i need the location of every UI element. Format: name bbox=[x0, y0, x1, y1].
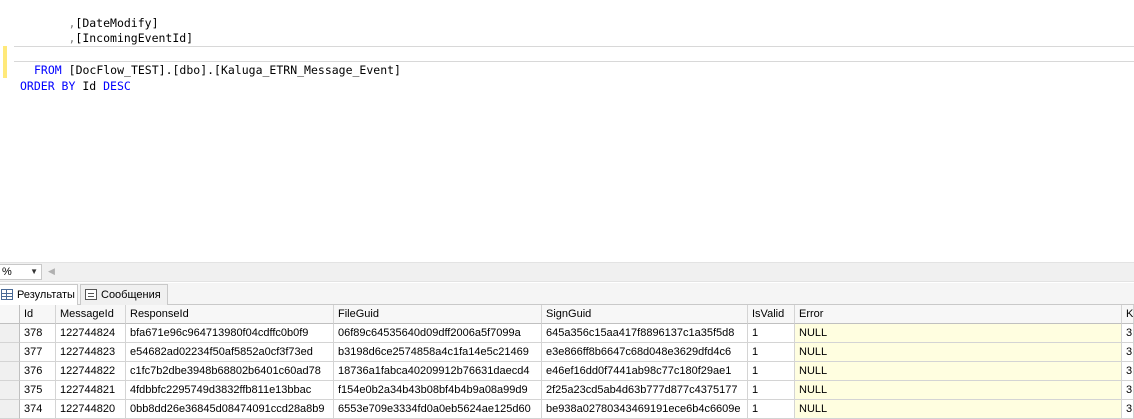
column-header-error[interactable]: Error bbox=[795, 305, 1122, 324]
table-row[interactable]: 2 377 122744823 e54682ad02234f50af5852a0… bbox=[0, 343, 1134, 362]
code-keyword-order-by: ORDER BY bbox=[20, 79, 76, 93]
code-identifier: Id bbox=[82, 79, 97, 93]
cell-isvalid[interactable]: 1 bbox=[748, 343, 795, 362]
tab-messages[interactable]: Сообщения bbox=[80, 284, 168, 305]
cell-fileguid[interactable]: b3198d6ce2574858a4c1fa14e5c21469 bbox=[334, 343, 542, 362]
cell-responseid[interactable]: 4fdbbfc2295749d3832ffb811e13bbac bbox=[126, 381, 334, 400]
code-line: ,[IncomingEventId] bbox=[0, 14, 1134, 45]
cell-messageid[interactable]: 122744820 bbox=[56, 400, 126, 419]
row-number[interactable]: 1 bbox=[0, 324, 20, 343]
cell-signguid[interactable]: 2f25a23cd5ab4d63b777d877c4375177 bbox=[542, 381, 748, 400]
tab-results-label: Результаты bbox=[17, 289, 75, 301]
code-line: ,[DateModify] bbox=[0, 0, 1134, 30]
tab-messages-label: Сообщения bbox=[101, 289, 161, 301]
cell-k[interactable]: 3 bbox=[1122, 324, 1134, 343]
cell-signguid[interactable]: 645a356c15aa417f8896137c1a35f5d8 bbox=[542, 324, 748, 343]
scroll-left-icon[interactable]: ◀ bbox=[48, 266, 55, 277]
code-keyword-from: FROM bbox=[34, 63, 62, 77]
cell-error[interactable]: NULL bbox=[795, 381, 1122, 400]
column-header-k[interactable]: K bbox=[1122, 305, 1134, 324]
code-keyword-desc: DESC bbox=[103, 79, 131, 93]
grid-icon bbox=[1, 289, 13, 300]
cell-fileguid[interactable]: 6553e709e3334fd0a0eb5624ae125d60 bbox=[334, 400, 542, 419]
zoom-value: % bbox=[2, 266, 12, 278]
cell-error[interactable]: NULL bbox=[795, 362, 1122, 381]
results-grid[interactable]: Id MessageId ResponseId FileGuid SignGui… bbox=[0, 305, 1134, 419]
cell-signguid[interactable]: be938a02780343469191ece6b4c6609e bbox=[542, 400, 748, 419]
column-header-messageid[interactable]: MessageId bbox=[56, 305, 126, 324]
cell-responseid[interactable]: e54682ad02234f50af5852a0cf3f73ed bbox=[126, 343, 334, 362]
column-header-fileguid[interactable]: FileGuid bbox=[334, 305, 542, 324]
table-row[interactable]: 5 374 122744820 0bb8dd26e36845d08474091c… bbox=[0, 400, 1134, 419]
cell-id[interactable]: 377 bbox=[20, 343, 56, 362]
chevron-down-icon[interactable]: ▼ bbox=[30, 265, 38, 279]
cell-k[interactable]: 3 bbox=[1122, 362, 1134, 381]
row-number[interactable]: 3 bbox=[0, 362, 20, 381]
change-marker bbox=[3, 62, 7, 78]
cell-responseid[interactable]: 0bb8dd26e36845d08474091ccd28a8b9 bbox=[126, 400, 334, 419]
cell-responseid[interactable]: c1fc7b2dbe3948b68802b6401c60ad78 bbox=[126, 362, 334, 381]
messages-icon bbox=[85, 289, 97, 300]
cell-isvalid[interactable]: 1 bbox=[748, 362, 795, 381]
column-header-responseid[interactable]: ResponseId bbox=[126, 305, 334, 324]
cell-signguid[interactable]: e3e866ff8b6647c68d048e3629dfd4c6 bbox=[542, 343, 748, 362]
column-header-signguid[interactable]: SignGuid bbox=[542, 305, 748, 324]
code-line: FROM [DocFlow_TEST].[dbo].[Kaluga_ETRN_M… bbox=[0, 30, 1134, 77]
cell-isvalid[interactable]: 1 bbox=[748, 400, 795, 419]
zoom-select[interactable]: % ▼ bbox=[0, 264, 42, 280]
zoom-bar: % ▼ ◀ bbox=[0, 262, 1134, 282]
cell-messageid[interactable]: 122744823 bbox=[56, 343, 126, 362]
results-tab-strip: Результаты Сообщения bbox=[0, 283, 1134, 306]
cell-error[interactable]: NULL bbox=[795, 343, 1122, 362]
table-row[interactable]: 4 375 122744821 4fdbbfc2295749d3832ffb81… bbox=[0, 381, 1134, 400]
tab-results[interactable]: Результаты bbox=[0, 284, 78, 306]
grid-header: Id MessageId ResponseId FileGuid SignGui… bbox=[0, 305, 1134, 324]
cell-fileguid[interactable]: 18736a1fabca40209912b76631daecd4 bbox=[334, 362, 542, 381]
column-header-isvalid[interactable]: IsValid bbox=[748, 305, 795, 324]
cell-id[interactable]: 374 bbox=[20, 400, 56, 419]
cell-error[interactable]: NULL bbox=[795, 324, 1122, 343]
cell-error[interactable]: NULL bbox=[795, 400, 1122, 419]
row-number[interactable]: 4 bbox=[0, 381, 20, 400]
sql-editor[interactable]: ,[DateModify] ,[IncomingEventId] FROM [D… bbox=[0, 0, 1134, 262]
cell-id[interactable]: 375 bbox=[20, 381, 56, 400]
cell-messageid[interactable]: 122744821 bbox=[56, 381, 126, 400]
cell-signguid[interactable]: e46ef16dd0f7441ab98c77c180f29ae1 bbox=[542, 362, 748, 381]
table-row[interactable]: 1 378 122744824 bfa671e96c964713980f04cd… bbox=[0, 324, 1134, 343]
cell-id[interactable]: 376 bbox=[20, 362, 56, 381]
cell-fileguid[interactable]: 06f89c64535640d09dff2006a5f7099a bbox=[334, 324, 542, 343]
cell-fileguid[interactable]: f154e0b2a34b43b08bf4b4b9a08a99d9 bbox=[334, 381, 542, 400]
cell-isvalid[interactable]: 1 bbox=[748, 381, 795, 400]
cell-isvalid[interactable]: 1 bbox=[748, 324, 795, 343]
cell-messageid[interactable]: 122744822 bbox=[56, 362, 126, 381]
cell-id[interactable]: 378 bbox=[20, 324, 56, 343]
cell-k[interactable]: 3 bbox=[1122, 381, 1134, 400]
code-line: ORDER BY Id DESC bbox=[0, 46, 1134, 93]
column-header-id[interactable]: Id bbox=[20, 305, 56, 324]
cell-k[interactable]: 3 bbox=[1122, 343, 1134, 362]
cell-responseid[interactable]: bfa671e96c964713980f04cdffc0b0f9 bbox=[126, 324, 334, 343]
code-table-name: [DocFlow_TEST].[dbo].[Kaluga_ETRN_Messag… bbox=[68, 63, 401, 77]
row-number[interactable]: 5 bbox=[0, 400, 20, 419]
corner-cell[interactable] bbox=[0, 305, 20, 324]
row-number[interactable]: 2 bbox=[0, 343, 20, 362]
cell-k[interactable]: 3 bbox=[1122, 400, 1134, 419]
table-row[interactable]: 3 376 122744822 c1fc7b2dbe3948b68802b640… bbox=[0, 362, 1134, 381]
cell-messageid[interactable]: 122744824 bbox=[56, 324, 126, 343]
